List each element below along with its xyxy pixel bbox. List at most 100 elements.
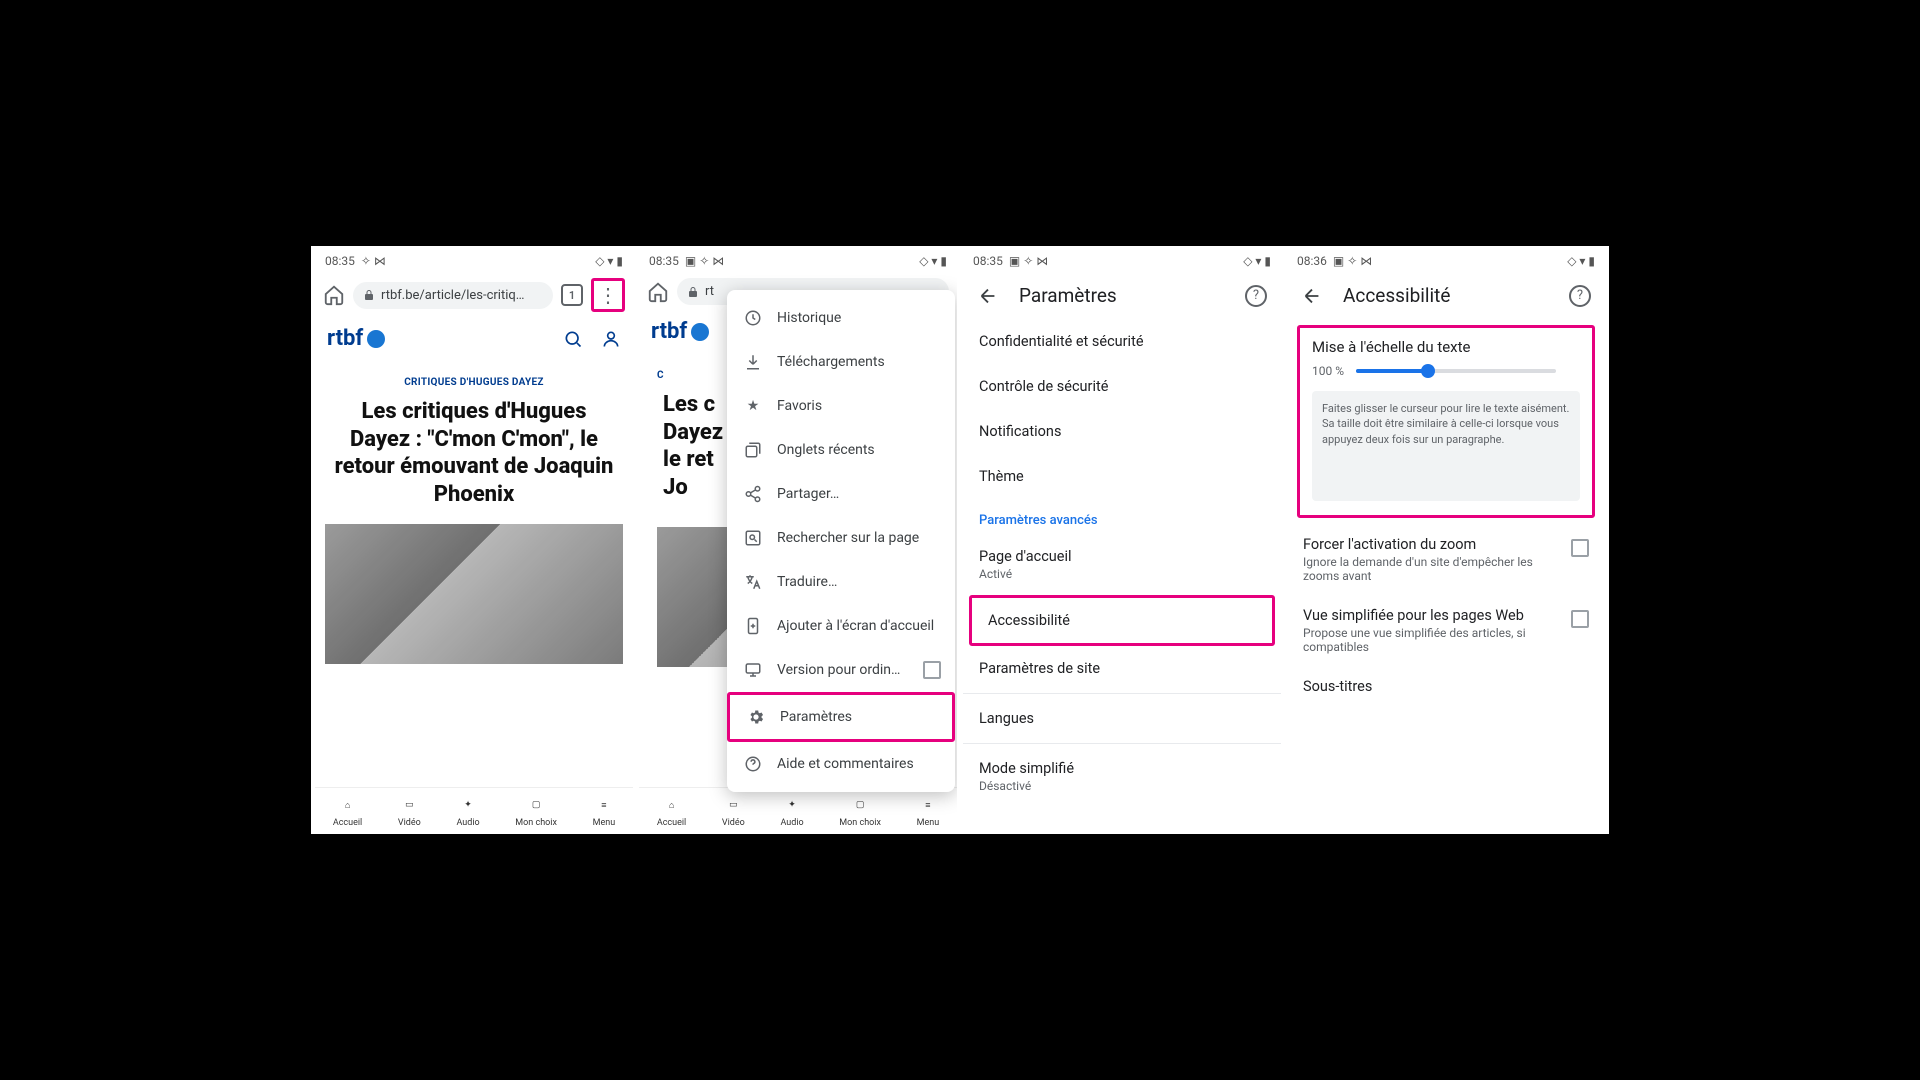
- audio-nav-icon: ✦: [457, 794, 479, 816]
- add-home-icon: [743, 616, 763, 636]
- share-icon: [743, 484, 763, 504]
- nav-audio[interactable]: ✦Audio: [456, 794, 479, 828]
- download-icon: [743, 352, 763, 372]
- menu-nav-icon: ≡: [593, 794, 615, 816]
- setting-privacy[interactable]: Confidentialité et sécurité: [963, 319, 1281, 364]
- home-nav-icon: ⌂: [337, 794, 359, 816]
- nav-audio[interactable]: ✦Audio: [780, 794, 803, 828]
- rtbf-logo[interactable]: rtbf: [651, 319, 709, 344]
- status-glyphs: ▣ ✧ ⋈: [685, 254, 724, 268]
- menu-share[interactable]: Partager…: [727, 472, 955, 516]
- menu-bookmarks[interactable]: ★Favoris: [727, 384, 955, 428]
- lock-icon: [687, 286, 699, 298]
- text-scaling-slider[interactable]: [1356, 369, 1556, 373]
- article-kicker: C: [657, 370, 664, 381]
- clock: 08:35: [325, 254, 355, 268]
- text-scaling-block: Mise à l'échelle du texte 100 % Faites g…: [1297, 325, 1595, 518]
- force-zoom-row[interactable]: Forcer l'activation du zoomIgnore la dem…: [1287, 524, 1605, 595]
- settings-list: Confidentialité et sécurité Contrôle de …: [963, 319, 1281, 807]
- video-nav-icon: ▭: [398, 794, 420, 816]
- article-image: [325, 524, 623, 664]
- status-right: ◇ ▾ ▮: [1567, 254, 1595, 268]
- setting-homepage[interactable]: Page d'accueilActivé: [963, 534, 1281, 595]
- reader-checkbox[interactable]: [1571, 610, 1589, 628]
- a11y-appbar: Accessibilité ?: [1287, 272, 1605, 319]
- setting-simplified[interactable]: Mode simplifiéDésactivé: [963, 746, 1281, 807]
- menu-history[interactable]: Historique: [727, 296, 955, 340]
- slider-thumb-icon[interactable]: [1421, 364, 1435, 378]
- menu-settings[interactable]: Paramètres: [727, 692, 955, 742]
- audio-nav-icon: ✦: [781, 794, 803, 816]
- text-scaling-label: Mise à l'échelle du texte: [1312, 338, 1580, 356]
- article-headline: Les critiques d'Hugues Dayez : "C'mon C'…: [325, 398, 623, 508]
- force-zoom-checkbox[interactable]: [1571, 539, 1589, 557]
- nav-accueil[interactable]: ⌂Accueil: [657, 794, 686, 828]
- back-arrow-icon[interactable]: [977, 285, 999, 307]
- overflow-menu: Historique Téléchargements ★Favoris Ongl…: [727, 290, 955, 792]
- help-icon[interactable]: ?: [1569, 285, 1591, 307]
- help-icon[interactable]: ?: [1245, 285, 1267, 307]
- bottom-nav: ⌂Accueil ▭Vidéo ✦Audio ▢Mon choix ≡Menu: [639, 787, 957, 830]
- nav-monchoix[interactable]: ▢Mon choix: [515, 794, 557, 828]
- video-nav-icon: ▭: [722, 794, 744, 816]
- overflow-menu-button[interactable]: ⋮: [591, 278, 625, 312]
- reader-row[interactable]: Vue simplifiée pour les pages WebPropose…: [1287, 595, 1605, 666]
- logo-dot-icon: [691, 323, 709, 341]
- status-glyphs: ▣ ✧ ⋈: [1009, 254, 1048, 268]
- captions-row[interactable]: Sous-titres: [1287, 666, 1605, 707]
- back-arrow-icon[interactable]: [1301, 285, 1323, 307]
- screen-1: 08:35✧ ⋈ ◇ ▾ ▮ rtbf.be/article/les-criti…: [315, 250, 633, 830]
- browser-toolbar: rtbf.be/article/les-critiq… 1 ⋮: [315, 272, 633, 318]
- text-scaling-value: 100 %: [1312, 364, 1344, 378]
- nav-monchoix[interactable]: ▢Mon choix: [839, 794, 881, 828]
- history-icon: [743, 308, 763, 328]
- status-bar: 08:35✧ ⋈ ◇ ▾ ▮: [315, 250, 633, 272]
- tabs-icon: [743, 440, 763, 460]
- lock-icon: [363, 289, 375, 301]
- screens-row: 08:35✧ ⋈ ◇ ▾ ▮ rtbf.be/article/les-criti…: [311, 246, 1609, 834]
- rtbf-logo[interactable]: rtbf: [327, 326, 385, 351]
- setting-theme[interactable]: Thème: [963, 454, 1281, 499]
- article-headline-partial: Les c Dayez le ret Jo: [657, 391, 729, 501]
- account-icon[interactable]: [601, 329, 621, 349]
- menu-add-home[interactable]: Ajouter à l'écran d'accueil: [727, 604, 955, 648]
- nav-video[interactable]: ▭Vidéo: [722, 794, 745, 828]
- menu-find[interactable]: Rechercher sur la page: [727, 516, 955, 560]
- url-text: rt: [705, 284, 714, 299]
- setting-notifications[interactable]: Notifications: [963, 409, 1281, 454]
- home-nav-icon: ⌂: [661, 794, 683, 816]
- search-icon[interactable]: [563, 329, 583, 349]
- sample-text: Faites glisser le curseur pour lire le t…: [1312, 391, 1580, 501]
- nav-accueil[interactable]: ⌂Accueil: [333, 794, 362, 828]
- nav-menu[interactable]: ≡Menu: [593, 794, 616, 828]
- menu-help[interactable]: Aide et commentaires: [727, 742, 955, 786]
- gear-icon: [746, 707, 766, 727]
- article-kicker: CRITIQUES D'HUGUES DAYEZ: [404, 377, 544, 388]
- menu-recent-tabs[interactable]: Onglets récents: [727, 428, 955, 472]
- setting-safety[interactable]: Contrôle de sécurité: [963, 364, 1281, 409]
- bottom-nav: ⌂Accueil ▭Vidéo ✦Audio ▢Mon choix ≡Menu: [315, 787, 633, 830]
- desktop-checkbox[interactable]: [923, 661, 941, 679]
- menu-nav-icon: ≡: [917, 794, 939, 816]
- setting-site[interactable]: Paramètres de site: [963, 646, 1281, 691]
- setting-languages[interactable]: Langues: [963, 696, 1281, 741]
- home-icon[interactable]: [647, 281, 669, 303]
- star-icon: ★: [743, 396, 763, 416]
- setting-accessibility[interactable]: Accessibilité: [969, 595, 1275, 646]
- status-glyphs: ▣ ✧ ⋈: [1333, 254, 1372, 268]
- nav-video[interactable]: ▭Vidéo: [398, 794, 421, 828]
- logo-dot-icon: [367, 330, 385, 348]
- divider: [963, 743, 1281, 744]
- menu-downloads[interactable]: Téléchargements: [727, 340, 955, 384]
- status-bar: 08:35 ▣ ✧ ⋈ ◇ ▾ ▮: [963, 250, 1281, 272]
- home-icon[interactable]: [323, 284, 345, 306]
- menu-translate[interactable]: Traduire…: [727, 560, 955, 604]
- nav-menu[interactable]: ≡Menu: [917, 794, 940, 828]
- url-bar[interactable]: rtbf.be/article/les-critiq…: [353, 282, 553, 309]
- tab-switcher[interactable]: 1: [561, 284, 583, 306]
- tutorial-composite: 08:35✧ ⋈ ◇ ▾ ▮ rtbf.be/article/les-criti…: [260, 180, 1660, 900]
- status-right: ◇ ▾ ▮: [1243, 254, 1271, 268]
- status-right: ◇ ▾ ▮: [919, 254, 947, 268]
- menu-desktop[interactable]: Version pour ordin…: [727, 648, 955, 692]
- clock: 08:35: [973, 254, 1003, 268]
